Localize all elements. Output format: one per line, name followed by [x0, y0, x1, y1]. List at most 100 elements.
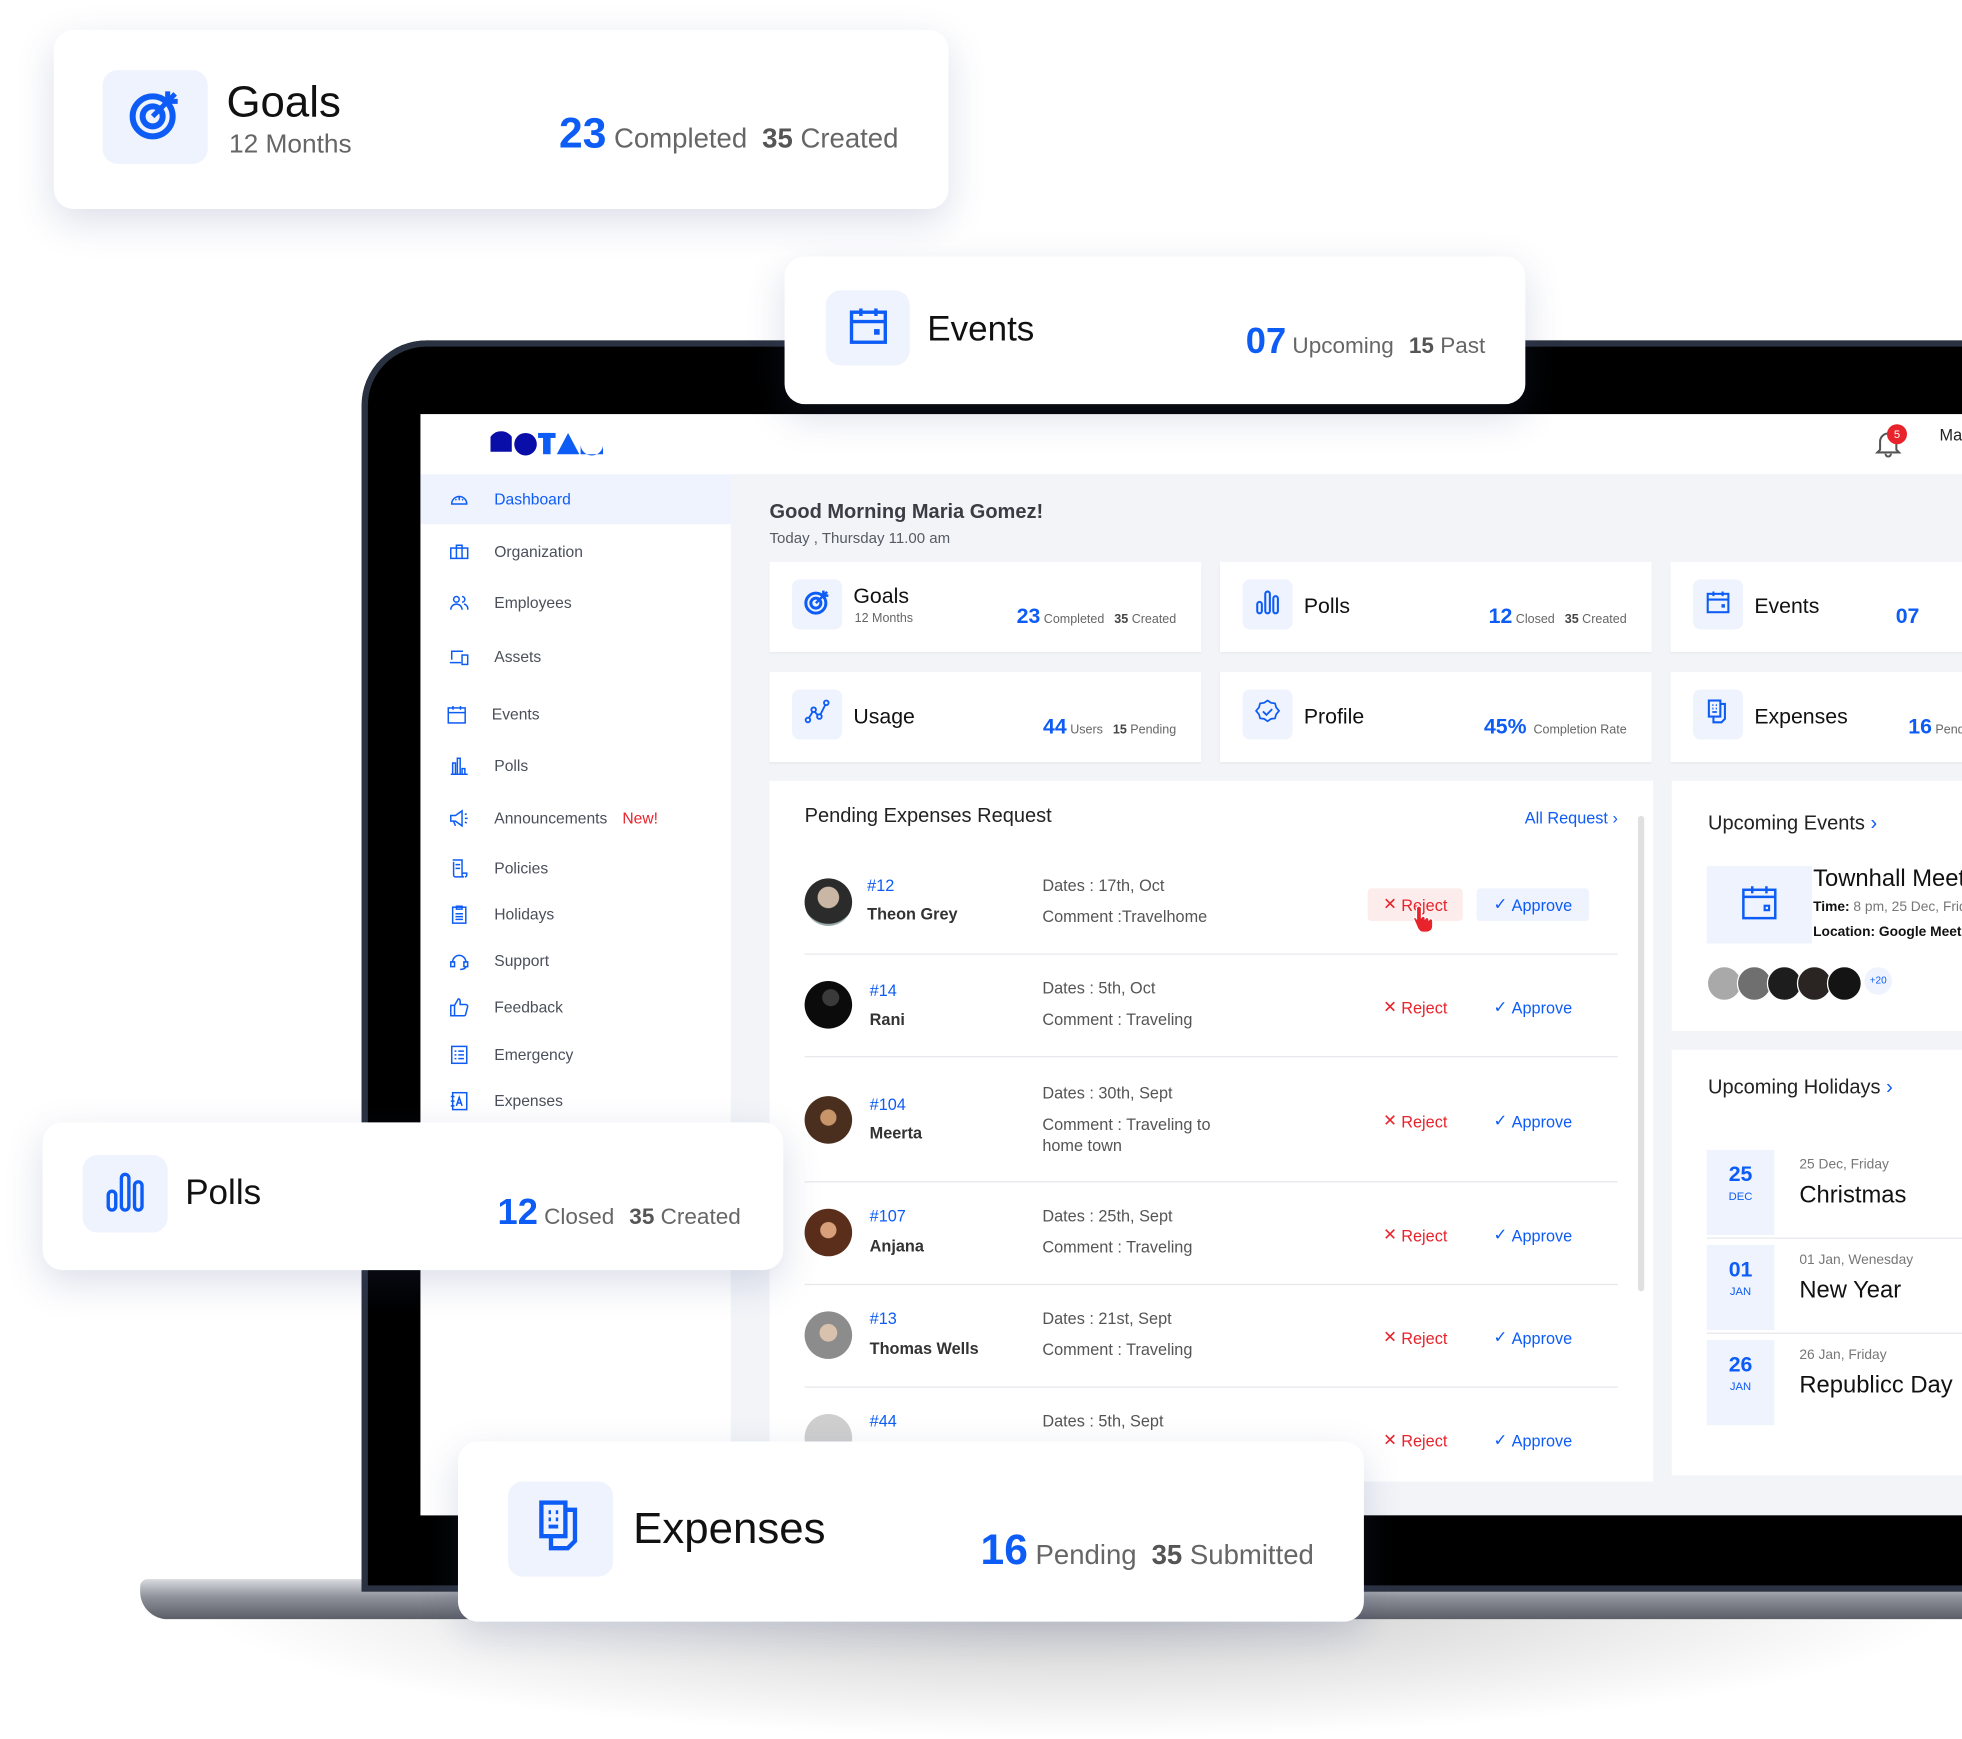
greeting-title: Good Morning Maria Gomez!	[769, 501, 1044, 524]
request-id[interactable]: #13	[870, 1309, 897, 1328]
request-dates: Dates : 30th, Sept	[1042, 1083, 1173, 1103]
stat-card-polls[interactable]: Polls 12 Closed 35 Created	[1220, 561, 1652, 652]
reject-button[interactable]: ✕ Reject	[1368, 991, 1463, 1024]
sidebar-item-label: Organization	[494, 543, 583, 561]
floating-card-expenses[interactable]: Expenses 16 Pending 35 Submitted	[457, 1441, 1364, 1622]
more-attendees-badge[interactable]: +20	[1864, 967, 1892, 995]
polls-closed-count: 12	[497, 1192, 538, 1233]
expense-request-row: #14 Rani Dates : 5th, Oct Comment : Trav…	[804, 956, 1618, 1058]
floating-card-events[interactable]: Events 07 Upcoming 15 Past	[784, 256, 1526, 405]
approve-button[interactable]: ✓ Approve	[1477, 1424, 1590, 1457]
request-id[interactable]: #107	[870, 1206, 906, 1225]
polls-icon-box	[1242, 579, 1293, 630]
profile-completion-label: Completion Rate	[1533, 723, 1627, 738]
polls-closed-label: Closed	[1515, 613, 1555, 627]
event-thumbnail	[1706, 865, 1812, 944]
sidebar-item-dashboard[interactable]: Dashboard	[420, 474, 731, 525]
sidebar-item-label: Emergency	[494, 1046, 574, 1064]
all-request-link[interactable]: All Request ›	[1525, 808, 1618, 827]
request-id[interactable]: #104	[870, 1095, 906, 1114]
stat-card-usage[interactable]: Usage 44 Users 15 Pending	[769, 671, 1202, 763]
sidebar-item-polls[interactable]: Polls	[420, 741, 730, 791]
reject-button[interactable]: ✕ Reject	[1368, 1424, 1463, 1457]
reject-button[interactable]: ✕ Reject	[1368, 1219, 1463, 1252]
sidebar-item-expenses[interactable]: Expenses	[420, 1076, 730, 1126]
request-id[interactable]: #44	[870, 1411, 897, 1430]
sidebar-item-employees[interactable]: Employees	[420, 578, 730, 628]
scrollbar[interactable]	[1637, 815, 1645, 1292]
floating-card-goals[interactable]: Goals 12 Months 23 Completed 35 Created	[53, 30, 949, 209]
requester-name: Thomas Wells	[869, 1338, 979, 1358]
panel-title[interactable]: Upcoming Events ›	[1708, 813, 1877, 836]
user-name[interactable]: Ma	[1940, 425, 1962, 444]
stat-values: 44 Users 15 Pending	[1043, 714, 1176, 739]
goals-created-count: 35	[1114, 613, 1129, 627]
check-icon: ✓	[1493, 1430, 1512, 1450]
pending-expenses-panel: Pending Expenses Request All Request › #…	[769, 780, 1653, 1482]
all-request-label: All Request	[1524, 808, 1608, 828]
poll-bars-icon	[103, 1168, 148, 1219]
card-title: Polls	[185, 1172, 262, 1212]
holiday-month: JAN	[1729, 1285, 1752, 1298]
card-values: 12 Closed 35 Created	[498, 1192, 741, 1233]
event-time: Time: 8 pm, 25 Dec, Friday	[1813, 900, 1962, 915]
expense-request-row: #104 Meerta Dates : 30th, Sept Comment :…	[804, 1059, 1618, 1183]
panel-title[interactable]: Upcoming Holidays ›	[1708, 1077, 1893, 1100]
sidebar-item-announcements[interactable]: Announcements New!	[420, 793, 730, 843]
approve-button[interactable]: ✓ Approve	[1477, 1219, 1590, 1252]
close-icon: ✕	[1383, 894, 1402, 914]
sidebar-item-assets[interactable]: Assets	[420, 632, 730, 682]
sidebar-item-label: Assets	[494, 648, 542, 666]
approve-label: Approve	[1511, 895, 1573, 915]
stat-card-profile[interactable]: Profile 45% Completion Rate	[1220, 671, 1652, 763]
sidebar-item-label: Announcements New!	[494, 810, 658, 828]
sidebar-item-events[interactable]: Events	[420, 689, 730, 739]
holiday-month: DEC	[1728, 1189, 1753, 1203]
gotag-logo[interactable]	[488, 429, 604, 463]
laptop-shadow	[187, 1601, 1962, 1739]
polls-created-label: Created	[660, 1203, 741, 1229]
goals-completed-label: Completed	[1043, 613, 1105, 627]
goals-icon-box	[102, 70, 208, 164]
events-upcoming-count: 07	[1895, 604, 1920, 629]
sidebar-item-label: Expenses	[494, 1092, 563, 1110]
approve-button[interactable]: ✓ Approve	[1476, 888, 1590, 921]
sidebar-item-organization[interactable]: Organization	[420, 527, 730, 577]
target-icon	[802, 586, 832, 622]
line-graph-icon	[803, 698, 831, 732]
floating-card-polls[interactable]: Polls 12 Closed 35 Created	[42, 1122, 784, 1271]
verified-badge-icon	[1254, 698, 1282, 732]
close-icon: ✕	[1383, 1327, 1402, 1347]
approve-button[interactable]: ✓ Approve	[1477, 991, 1590, 1024]
goals-created-label: Created	[1131, 613, 1177, 627]
stat-card-expenses[interactable]: Expenses 16 Pending	[1670, 671, 1962, 763]
holiday-date-text: 26 Jan, Friday	[1799, 1347, 1887, 1363]
stat-card-goals[interactable]: Goals 12 Months 23 Completed 35 Created	[769, 561, 1202, 652]
approve-button[interactable]: ✓ Approve	[1477, 1321, 1590, 1354]
avatar	[804, 1096, 853, 1144]
receipt-icon	[532, 1497, 590, 1561]
poll-bars-icon	[1254, 587, 1282, 621]
reject-button[interactable]: ✕ Reject	[1368, 1105, 1463, 1138]
reject-button[interactable]: ✕ Reject	[1368, 1321, 1463, 1354]
sidebar-item-emergency[interactable]: Emergency	[420, 1030, 730, 1080]
sidebar-item-policies[interactable]: Policies	[420, 843, 730, 893]
stat-values: 12 Closed 35 Created	[1489, 604, 1627, 629]
event-title[interactable]: Townhall Meeting	[1813, 866, 1962, 894]
stat-values: 45% Completion Rate	[1484, 714, 1627, 739]
sidebar-item-holidays[interactable]: Holidays	[420, 890, 730, 940]
reject-label: Reject	[1401, 997, 1448, 1017]
sidebar-item-support[interactable]: Support	[420, 936, 730, 986]
request-id[interactable]: #14	[870, 981, 897, 1000]
approve-button[interactable]: ✓ Approve	[1477, 1105, 1590, 1138]
event-location: Location: Google Meet	[1813, 925, 1961, 940]
holiday-month: JAN	[1729, 1380, 1752, 1393]
sidebar-item-feedback[interactable]: Feedback	[420, 982, 730, 1032]
stat-card-events[interactable]: Events 07	[1670, 561, 1962, 652]
events-icon-box	[825, 290, 910, 366]
bar-chart-icon	[448, 755, 471, 778]
check-icon: ✓	[1493, 1111, 1512, 1130]
thumbs-up-icon	[448, 996, 471, 1019]
request-id[interactable]: #12	[867, 876, 894, 895]
request-comment: Comment :Travelhome	[1042, 907, 1208, 926]
